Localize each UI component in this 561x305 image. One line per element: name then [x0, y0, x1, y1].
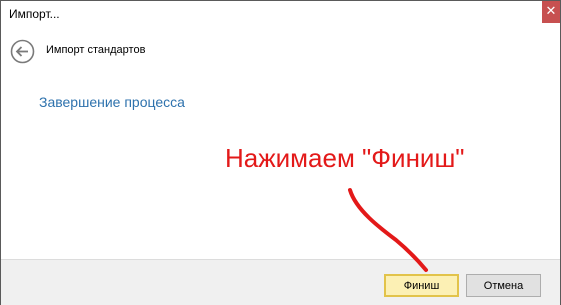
cancel-button[interactable]: Отмена: [466, 274, 541, 297]
close-button[interactable]: ✕: [542, 1, 560, 23]
back-arrow-circle-icon: [10, 39, 35, 64]
finish-button[interactable]: Финиш: [384, 274, 459, 297]
title-bar: Импорт... ✕: [1, 1, 560, 29]
window-title: Импорт...: [9, 7, 60, 21]
back-button[interactable]: [10, 39, 35, 64]
page-title: Импорт стандартов: [46, 44, 146, 56]
annotation-text: Нажимаем "Финиш": [225, 143, 465, 173]
step-title: Завершение процесса: [39, 94, 185, 110]
button-bar: Финиш Отмена: [1, 259, 560, 305]
close-icon: ✕: [545, 4, 557, 19]
